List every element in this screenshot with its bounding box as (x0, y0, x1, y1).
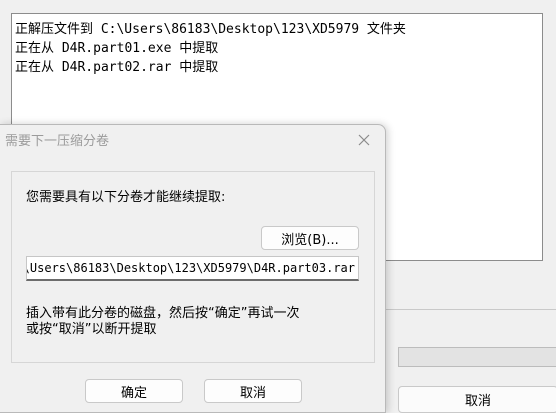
instruction-line: 插入带有此分卷的磁盘，然后按“确定”再试一次 (26, 306, 300, 321)
volume-path-field[interactable]: C:\Users\86183\Desktop\123\XD5979\D4R.pa… (26, 256, 359, 281)
divider (386, 309, 556, 310)
log-line: 正在从 D4R.part01.exe 中提取 (15, 41, 219, 56)
ok-button[interactable]: 确定 (85, 379, 183, 403)
dialog-title: 需要下一压缩分卷 (5, 134, 110, 149)
cancel-button[interactable]: 取消 (204, 379, 302, 403)
background-cancel-button[interactable]: 取消 (398, 386, 556, 413)
progress-bar (398, 347, 556, 367)
close-icon[interactable] (352, 129, 376, 151)
dialog-panel: 您需要具有以下分卷才能继续提取: 浏览(B)... C:\Users\86183… (11, 171, 375, 363)
next-volume-dialog: 需要下一压缩分卷 您需要具有以下分卷才能继续提取: 浏览(B)... C:\Us… (0, 124, 386, 413)
log-line: 正解压文件到 C:\Users\86183\Desktop\123\XD5979… (15, 22, 406, 37)
browse-button[interactable]: 浏览(B)... (261, 226, 359, 250)
log-line: 正在从 D4R.part02.rar 中提取 (15, 60, 219, 75)
insert-disk-instruction: 插入带有此分卷的磁盘，然后按“确定”再试一次 或按“取消”以断开提取 (26, 306, 366, 338)
instruction-line: 或按“取消”以断开提取 (26, 322, 157, 337)
volume-prompt: 您需要具有以下分卷才能继续提取: (26, 190, 226, 205)
volume-path-value: C:\Users\86183\Desktop\123\XD5979\D4R.pa… (26, 261, 355, 275)
